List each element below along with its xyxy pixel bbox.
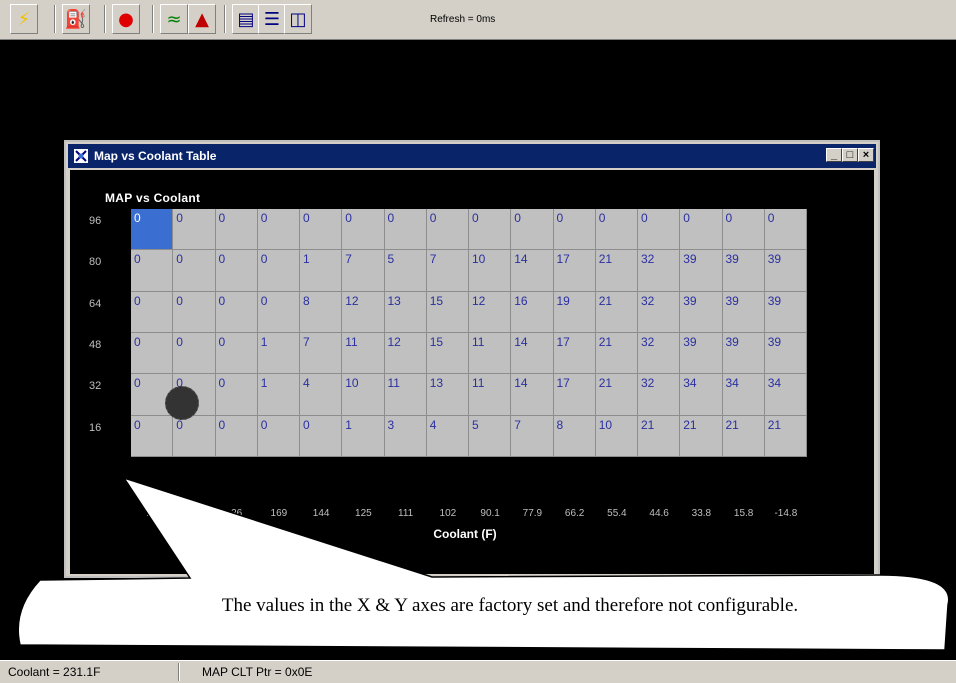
callout-balloon — [17, 476, 950, 651]
coolant-status: Coolant = 231.1F — [8, 665, 101, 679]
map-clt-pointer-status: MAP CLT Ptr = 0x0E — [202, 665, 313, 679]
status-divider — [178, 663, 180, 681]
callout-text: The values in the X & Y axes are factory… — [221, 595, 799, 616]
status-bar: Coolant = 231.1F MAP CLT Ptr = 0x0E — [0, 660, 956, 683]
